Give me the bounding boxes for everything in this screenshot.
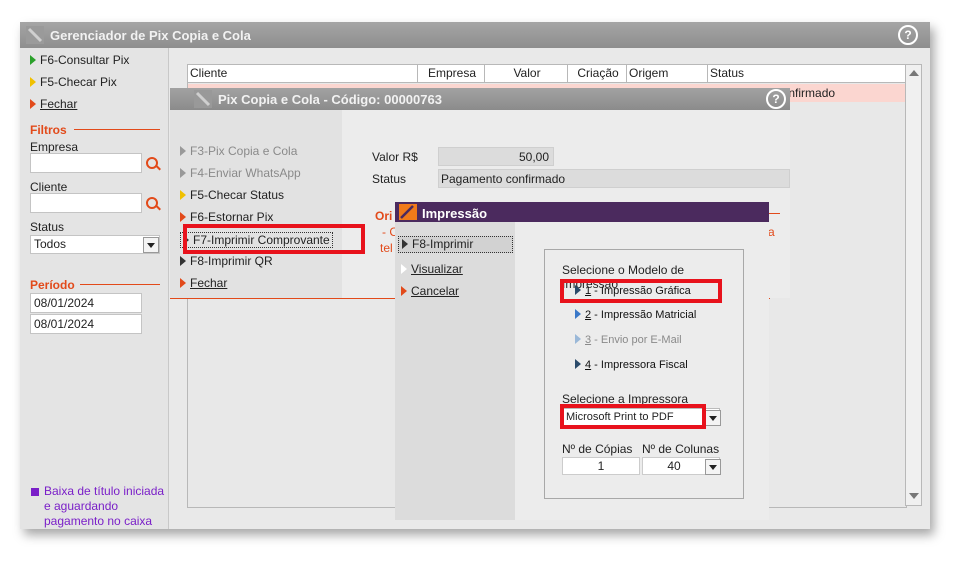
impressao-titlebar: Impressão: [395, 202, 769, 222]
impressao-actions: F8-Imprimir Visualizar Cancelar: [395, 222, 515, 520]
cancelar-button[interactable]: Cancelar: [401, 284, 459, 298]
column-header[interactable]: Cliente: [188, 65, 418, 83]
play-icon: [402, 239, 408, 249]
impressao-dialog: Impressão F8-Imprimir Visualizar Cancela…: [395, 202, 769, 520]
orientacoes-text: tel: [380, 241, 393, 255]
periodo-heading: Período: [30, 278, 75, 292]
colunas-label: Nº de Colunas: [642, 442, 720, 456]
play-icon: [180, 168, 186, 178]
fechar-button[interactable]: Fechar: [30, 97, 77, 111]
chevron-down-icon[interactable]: [705, 410, 721, 426]
play-icon: [401, 264, 407, 274]
play-icon: [180, 146, 186, 156]
play-icon: [30, 77, 36, 87]
play-icon: [30, 99, 36, 109]
play-icon: [30, 55, 36, 65]
help-icon[interactable]: ?: [766, 89, 786, 109]
play-icon: [180, 212, 186, 222]
scroll-up-icon[interactable]: [909, 70, 919, 76]
chevron-down-icon[interactable]: [705, 459, 721, 475]
date-to-input[interactable]: 08/01/2024: [30, 314, 142, 334]
chevron-down-icon[interactable]: [143, 237, 159, 253]
legend-note: Baixa de título iniciada e aguardando pa…: [44, 484, 165, 528]
consultar-pix-button[interactable]: F6-Consultar Pix: [30, 53, 129, 67]
divider: [768, 213, 780, 214]
estornar-pix-button[interactable]: F6-Estornar Pix: [180, 210, 273, 224]
play-icon: [180, 278, 186, 288]
pix-dialog-title: Pix Copia e Cola - Código: 00000763: [218, 92, 442, 107]
play-icon: [575, 359, 581, 369]
valor-label: Valor R$: [372, 150, 418, 164]
model-option-matricial[interactable]: 2 - Impressão Matricial: [575, 309, 696, 321]
play-icon: [180, 190, 186, 200]
valor-field: 50,00: [438, 147, 554, 166]
model-option-email[interactable]: 3 - Envio por E-Mail: [575, 334, 682, 346]
orientacoes-heading: Ori: [375, 209, 393, 223]
imprimir-button[interactable]: F8-Imprimir: [398, 236, 513, 253]
column-header[interactable]: Empresa: [418, 65, 485, 83]
search-icon[interactable]: [146, 157, 158, 169]
sidebar: F6-Consultar Pix F5-Checar Pix Fechar Fi…: [20, 48, 169, 529]
model-option-fiscal[interactable]: 4 - Impressora Fiscal: [575, 359, 688, 371]
column-header[interactable]: Origem: [627, 65, 708, 83]
column-header[interactable]: Criação: [568, 65, 627, 83]
divider: [74, 129, 160, 130]
checar-status-button[interactable]: F5-Checar Status: [180, 188, 284, 202]
play-icon: [401, 286, 407, 296]
scroll-down-icon[interactable]: [909, 493, 919, 499]
checar-pix-button[interactable]: F5-Checar Pix: [30, 75, 117, 89]
column-header[interactable]: Valor: [485, 65, 568, 83]
app-icon: [26, 26, 44, 44]
date-from-input[interactable]: 08/01/2024: [30, 293, 142, 313]
status-label: Status: [372, 172, 407, 186]
divider: [80, 284, 160, 285]
highlight-box: [560, 404, 706, 429]
status-select[interactable]: Todos: [30, 235, 160, 254]
play-icon: [575, 334, 581, 344]
vertical-scrollbar[interactable]: [905, 64, 922, 506]
highlight-box: [560, 279, 722, 303]
imprimir-qr-button[interactable]: F8-Imprimir QR: [180, 254, 273, 268]
printer-app-icon: [399, 204, 417, 220]
visualizar-button[interactable]: Visualizar: [401, 262, 463, 276]
window-title: Gerenciador de Pix Copia e Cola: [50, 28, 251, 43]
help-icon[interactable]: ?: [898, 25, 918, 45]
highlight-box: [183, 224, 365, 254]
enviar-whatsapp-button[interactable]: F4-Enviar WhatsApp: [180, 166, 301, 180]
pix-copia-cola-button[interactable]: F3-Pix Copia e Cola: [180, 144, 297, 158]
cliente-label: Cliente: [30, 180, 68, 194]
window-titlebar: Gerenciador de Pix Copia e Cola ?: [20, 22, 930, 48]
impressao-title: Impressão: [422, 206, 488, 221]
status-label: Status: [30, 220, 65, 234]
copias-label: Nº de Cópias: [562, 442, 633, 456]
pix-dialog-titlebar: Pix Copia e Cola - Código: 00000763 ?: [170, 88, 790, 110]
empresa-label: Empresa: [30, 140, 79, 154]
fechar-button[interactable]: Fechar: [180, 276, 227, 290]
search-icon[interactable]: [146, 197, 158, 209]
play-icon: [575, 309, 581, 319]
orientacoes-text: a: [768, 225, 775, 239]
app-icon: [194, 90, 212, 108]
column-header[interactable]: Status: [708, 65, 906, 83]
pix-dialog-actions: F3-Pix Copia e Cola F4-Enviar WhatsApp F…: [170, 110, 342, 298]
copias-input[interactable]: 1: [562, 457, 640, 475]
legend-swatch-icon: [31, 488, 39, 496]
play-icon: [180, 256, 186, 266]
cliente-input[interactable]: [30, 193, 142, 213]
filtros-heading: Filtros: [30, 123, 67, 137]
status-field: Pagamento confirmado: [438, 169, 790, 188]
empresa-input[interactable]: [30, 153, 142, 173]
